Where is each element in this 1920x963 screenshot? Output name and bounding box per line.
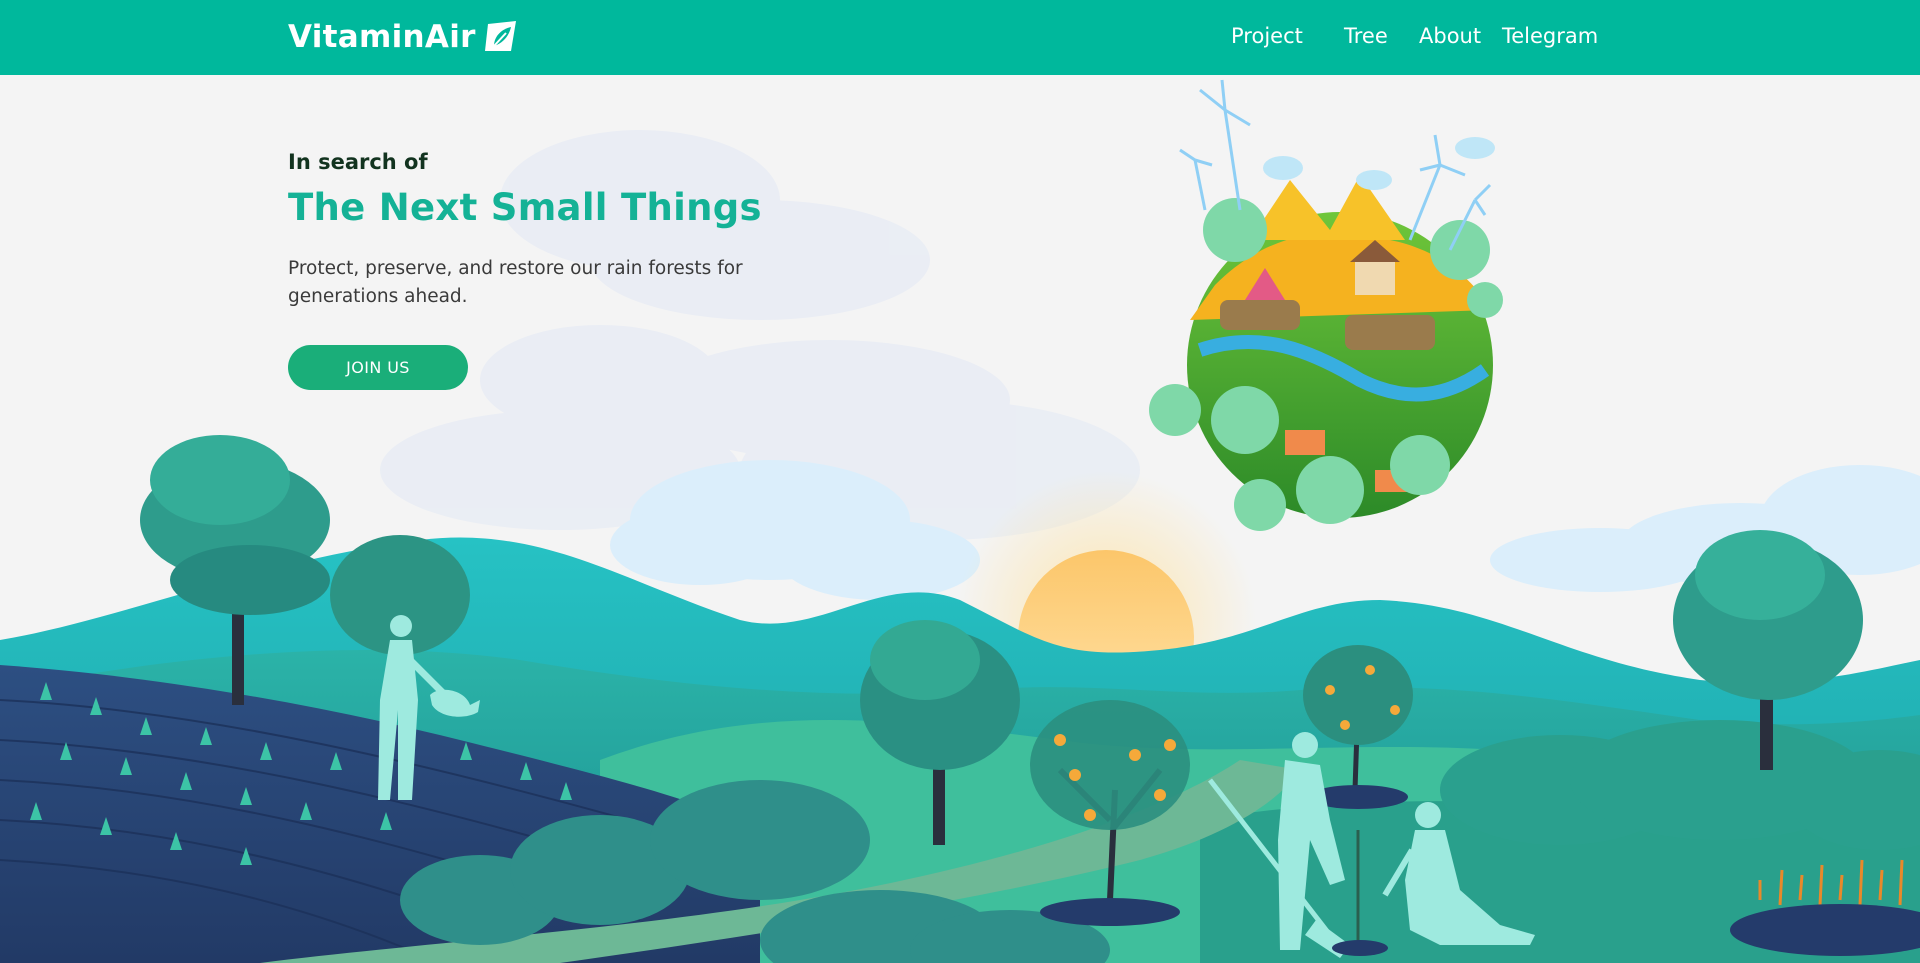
nav-link-telegram[interactable]: Telegram [1502, 24, 1598, 48]
brand-logo[interactable]: VitaminAir [288, 17, 520, 57]
nav-link-about[interactable]: About [1419, 24, 1481, 48]
hero-title: The Next Small Things [288, 186, 762, 229]
leaf-tag-icon [482, 18, 520, 56]
top-navbar: VitaminAir Project Tree About Telegram [0, 0, 1920, 75]
nav-link-project[interactable]: Project [1231, 24, 1303, 48]
hero-eyebrow: In search of [288, 150, 428, 174]
nav-link-tree[interactable]: Tree [1344, 24, 1388, 48]
hero-subtitle: Protect, preserve, and restore our rain … [288, 258, 743, 307]
brand-name: VitaminAir [288, 19, 476, 55]
earth-globe-illustration [1149, 79, 1503, 531]
hero-section: In search of The Next Small Things Prote… [288, 150, 848, 390]
join-us-button[interactable]: JOIN US [288, 345, 468, 390]
